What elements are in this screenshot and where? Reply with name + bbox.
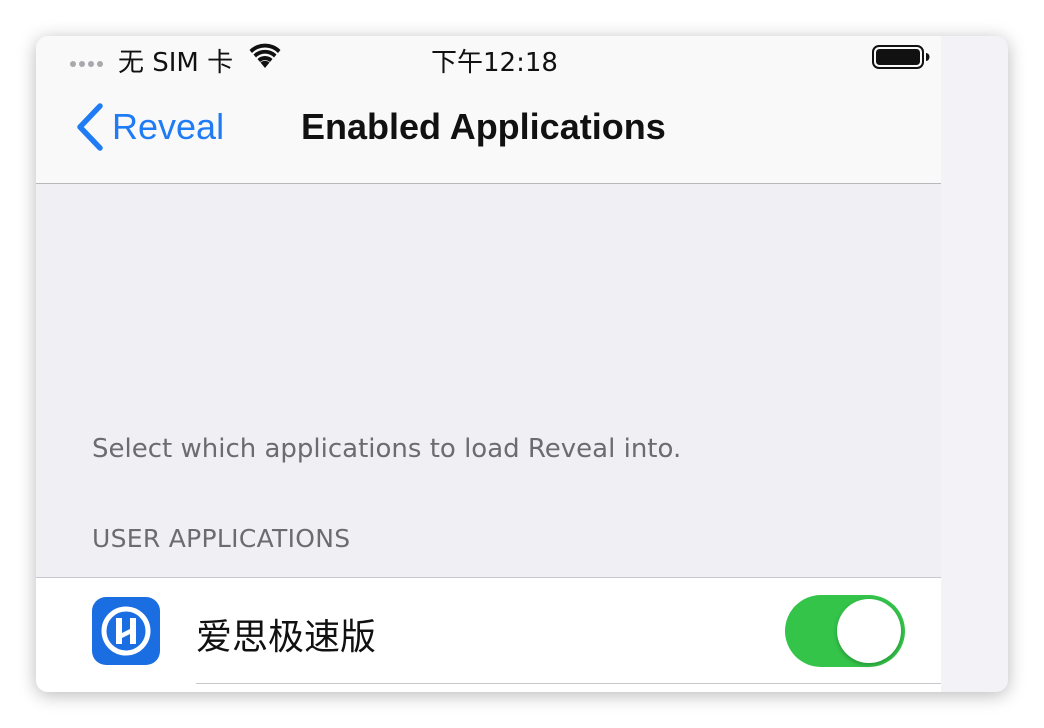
back-button-label: Reveal bbox=[112, 106, 225, 147]
toggle-knob bbox=[837, 599, 901, 663]
section-footer-explanation: Select which applications to load Reveal… bbox=[92, 434, 682, 464]
back-button[interactable]: Reveal bbox=[74, 102, 224, 152]
wifi-icon bbox=[249, 43, 281, 68]
section-header: USER APPLICATIONS bbox=[92, 524, 351, 553]
list-item[interactable]: 爱思极速版 bbox=[36, 578, 941, 684]
row-separator bbox=[196, 683, 941, 684]
navigation-bar: Reveal Enabled Applications bbox=[36, 76, 941, 184]
aisi-logo-icon bbox=[101, 606, 151, 656]
carrier-label: 无 SIM 卡 bbox=[118, 48, 234, 78]
page-title: Enabled Applications bbox=[301, 106, 666, 147]
status-clock: 下午12:18 bbox=[431, 48, 558, 78]
app-name-label: 爱思极速版 bbox=[196, 617, 377, 658]
chevron-left-icon bbox=[77, 103, 103, 151]
app-icon bbox=[92, 597, 160, 665]
phone-screen: 无 SIM 卡 下午12:18 Reveal Enabled Applicati… bbox=[36, 36, 941, 692]
battery-icon bbox=[872, 45, 930, 69]
status-bar: 无 SIM 卡 下午12:18 bbox=[36, 36, 941, 78]
signal-strength-icon bbox=[70, 61, 103, 67]
app-list: 爱思极速版 bbox=[36, 577, 941, 692]
app-window: 无 SIM 卡 下午12:18 Reveal Enabled Applicati… bbox=[36, 36, 1008, 692]
enable-toggle[interactable] bbox=[785, 595, 905, 667]
